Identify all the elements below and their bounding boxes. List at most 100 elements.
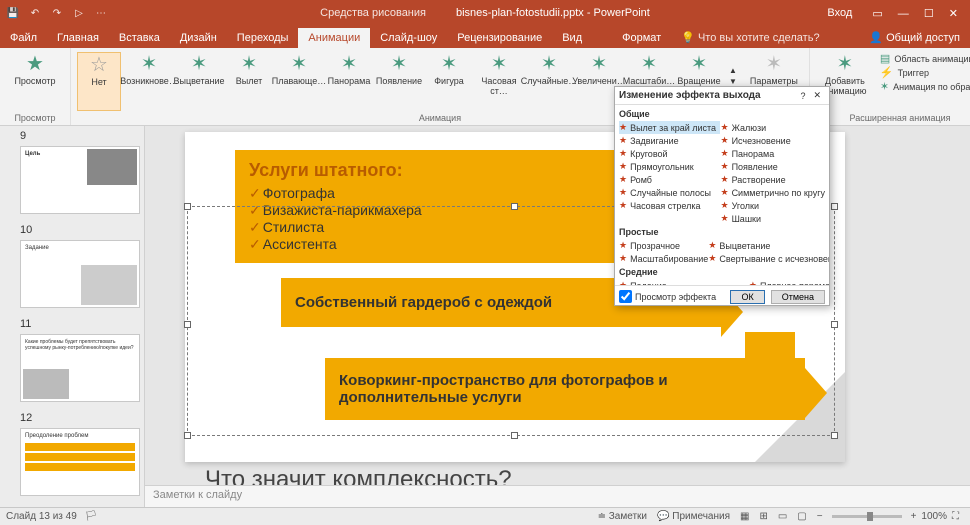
- star-icon: ★: [619, 200, 627, 211]
- star-icon: ✶: [141, 52, 158, 76]
- lang-indicator[interactable]: 🏳: [77, 511, 106, 522]
- tab-home[interactable]: Главная: [47, 28, 109, 48]
- thumb-10[interactable]: Задание: [20, 240, 140, 308]
- fit-to-window-icon[interactable]: ⛶: [947, 511, 964, 522]
- anim-wipe[interactable]: ✶Появление: [377, 52, 421, 111]
- slideshow-view-icon[interactable]: ▢: [792, 511, 811, 522]
- minimize-icon[interactable]: ―: [892, 8, 915, 20]
- star-icon: ✶: [541, 52, 558, 76]
- thumb-11[interactable]: Какие проблемы будет препятствовать успе…: [20, 334, 140, 402]
- star-icon: ★: [619, 253, 627, 264]
- thumb-12[interactable]: Преодоление проблем: [20, 428, 140, 496]
- effect-item[interactable]: ★Панорама: [720, 147, 825, 160]
- effect-item[interactable]: ★Масштабирование: [619, 252, 708, 265]
- dialog-help-icon[interactable]: ?: [796, 91, 809, 101]
- effect-item[interactable]: ★Выцветание: [708, 239, 829, 252]
- anim-split[interactable]: ✶Панорама: [327, 52, 371, 111]
- effect-item[interactable]: ★Симметрично по кругу: [720, 186, 825, 199]
- effect-item[interactable]: ★Круговой: [619, 147, 720, 160]
- anim-appear[interactable]: ✶Возникнове…: [127, 52, 171, 111]
- anim-random[interactable]: ✶Случайные…: [527, 52, 571, 111]
- list-item: Фотографа: [249, 185, 601, 202]
- effect-item[interactable]: ★Вылет за край листа: [619, 121, 720, 134]
- tab-design[interactable]: Дизайн: [170, 28, 227, 48]
- tab-transitions[interactable]: Переходы: [227, 28, 299, 48]
- effect-item[interactable]: ★Свертывание с исчезновением: [708, 252, 829, 265]
- slide-thumbnails[interactable]: 9Цель 10Задание 11Какие проблемы будет п…: [0, 126, 145, 507]
- undo-icon[interactable]: ↶: [28, 6, 42, 20]
- anim-none[interactable]: ☆Нет: [77, 52, 121, 111]
- notes-pane[interactable]: Заметки к слайду: [145, 485, 970, 507]
- effect-item[interactable]: ★Прямоугольник: [619, 160, 720, 173]
- none-icon: ☆: [90, 53, 108, 77]
- chevron-up-icon: ▲: [729, 66, 737, 75]
- tab-view[interactable]: Вид: [552, 28, 592, 48]
- animation-pane-button[interactable]: ▤Область анимации: [880, 52, 970, 65]
- sorter-view-icon[interactable]: ⊞: [754, 511, 772, 522]
- animation-painter-button[interactable]: ✶Анимация по образцу: [880, 80, 970, 93]
- zoom-in-button[interactable]: +: [906, 511, 922, 522]
- effect-item[interactable]: ★Плавное перемещение вверх: [749, 279, 829, 285]
- save-icon[interactable]: 💾: [6, 6, 20, 20]
- tell-me[interactable]: 💡 Что вы хотите сделать?: [671, 27, 829, 48]
- effect-item[interactable]: ★Часовая стрелка: [619, 199, 720, 212]
- preview-checkbox[interactable]: Просмотр эффекта: [619, 290, 724, 303]
- redo-icon[interactable]: ↷: [50, 6, 64, 20]
- effect-item[interactable]: ★Задвигание: [619, 134, 720, 147]
- pane-icon: ▤: [880, 52, 890, 65]
- status-bar: Слайд 13 из 49 🏳 ≐ Заметки 💬 Примечания …: [0, 507, 970, 525]
- effect-item[interactable]: ★Случайные полосы: [619, 186, 720, 199]
- zoom-out-button[interactable]: −: [812, 511, 828, 522]
- start-slideshow-icon[interactable]: ▷: [72, 6, 86, 20]
- notes-button[interactable]: ≐ Заметки: [593, 511, 652, 522]
- thumb-9[interactable]: Цель: [20, 146, 140, 214]
- star-icon: ★: [720, 187, 728, 198]
- document-title: bisnes-plan-fotostudii.pptx - PowerPoint: [456, 7, 650, 19]
- close-icon[interactable]: ✕: [943, 8, 964, 20]
- anim-wheel[interactable]: ✶Часовая ст…: [477, 52, 521, 111]
- ok-button[interactable]: ОК: [730, 290, 764, 304]
- effect-item[interactable]: ★Исчезновение: [720, 134, 825, 147]
- preview-button[interactable]: ★ Просмотр: [6, 52, 64, 111]
- slide-editor[interactable]: Услуги штатного: Фотографа Визажиста-пар…: [145, 126, 970, 507]
- tab-animations[interactable]: Анимации: [298, 28, 370, 48]
- effect-item[interactable]: ★Растворение: [720, 173, 825, 186]
- dialog-close-icon[interactable]: ✕: [809, 90, 825, 101]
- zoom-slider[interactable]: [832, 515, 902, 518]
- effect-item[interactable]: ★Падение: [619, 279, 749, 285]
- maximize-icon[interactable]: ☐: [918, 8, 940, 20]
- effect-item[interactable]: ★Шашки: [720, 212, 825, 225]
- tab-review[interactable]: Рецензирование: [447, 28, 552, 48]
- zoom-value[interactable]: 100%: [921, 511, 947, 522]
- dialog-titlebar[interactable]: Изменение эффекта выхода ? ✕: [615, 87, 829, 105]
- contextual-tab-label: Средства рисования: [320, 7, 426, 19]
- trigger-button[interactable]: ⚡Триггер: [880, 66, 970, 79]
- tab-file[interactable]: Файл: [0, 28, 47, 48]
- effect-item[interactable]: ★Ромб: [619, 173, 720, 186]
- effect-item[interactable]: ★Жалюзи: [720, 121, 825, 134]
- anim-float[interactable]: ✶Плавающе…: [277, 52, 321, 111]
- tab-format[interactable]: Формат: [612, 28, 671, 48]
- effect-item[interactable]: ★Появление: [720, 160, 825, 173]
- normal-view-icon[interactable]: ▦: [735, 511, 754, 522]
- tab-slideshow[interactable]: Слайд-шоу: [370, 28, 447, 48]
- anim-fade[interactable]: ✶Выцветание: [177, 52, 221, 111]
- share-button[interactable]: 👤 Общий доступ: [859, 27, 970, 48]
- slide-counter[interactable]: Слайд 13 из 49: [6, 511, 77, 522]
- anim-flyin[interactable]: ✶Вылет: [227, 52, 271, 111]
- effect-item[interactable]: ★Прозрачное: [619, 239, 708, 252]
- ribbon-options-icon[interactable]: ▭: [866, 8, 888, 20]
- login-link[interactable]: Вход: [827, 7, 852, 19]
- tab-insert[interactable]: Вставка: [109, 28, 170, 48]
- reading-view-icon[interactable]: ▭: [773, 511, 792, 522]
- cancel-button[interactable]: Отмена: [771, 290, 825, 304]
- ribbon-tabs: Файл Главная Вставка Дизайн Переходы Ани…: [0, 26, 970, 48]
- star-icon: ✶: [441, 52, 458, 76]
- effect-item[interactable]: ★Уголки: [720, 199, 825, 212]
- dialog-body[interactable]: Общие ★Вылет за край листа ★Задвигание ★…: [615, 105, 829, 285]
- comments-button[interactable]: 💬 Примечания: [652, 511, 735, 522]
- qat-more-icon[interactable]: ⋯: [94, 6, 108, 20]
- anim-shape[interactable]: ✶Фигура: [427, 52, 471, 111]
- star-icon: ✶: [191, 52, 208, 76]
- dialog-title: Изменение эффекта выхода: [619, 90, 796, 101]
